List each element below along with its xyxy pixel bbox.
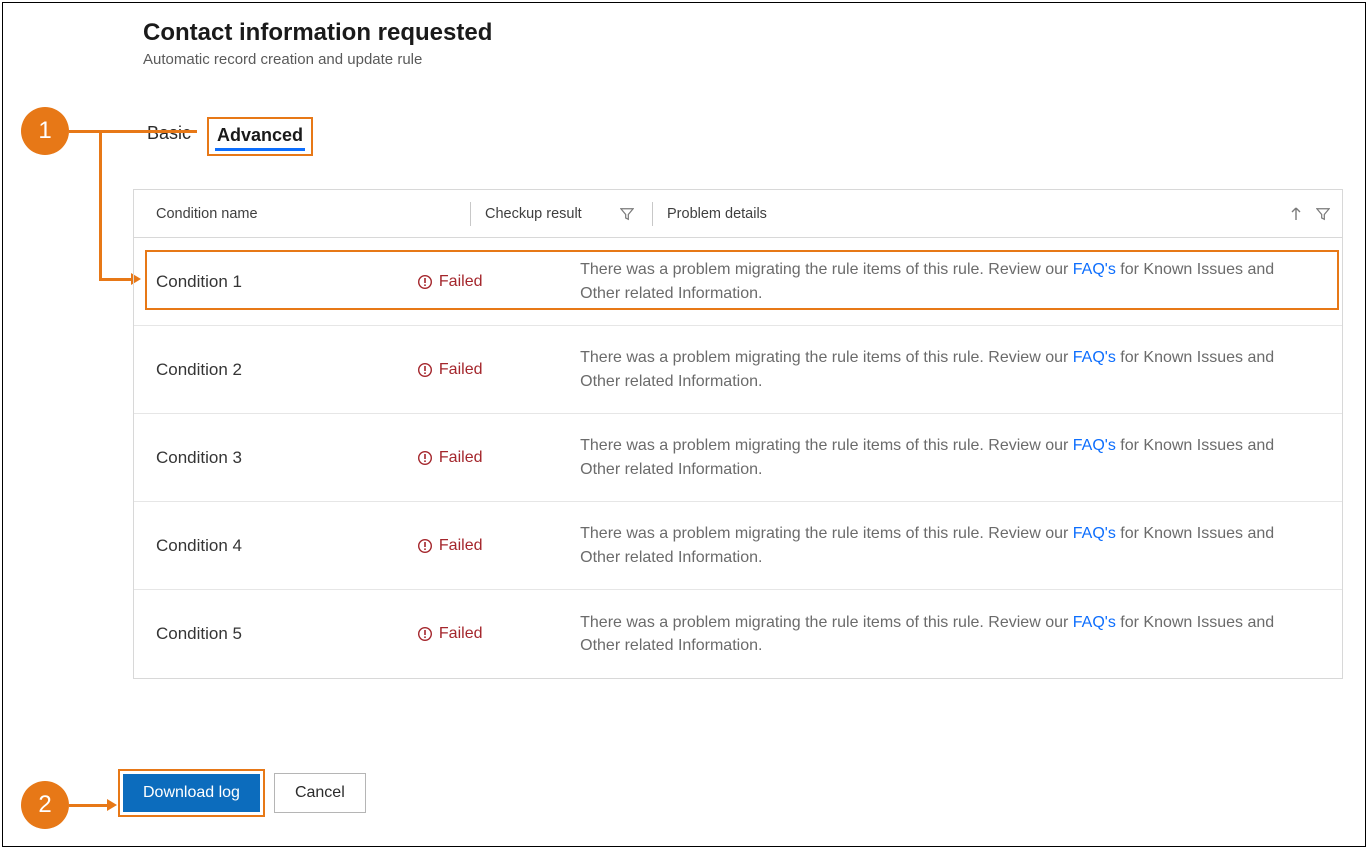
condition-name-cell: Condition 5: [134, 624, 417, 644]
error-icon: [417, 538, 433, 554]
callout-badge-2: 2: [21, 781, 69, 829]
faq-link[interactable]: FAQ's: [1073, 261, 1116, 278]
page-title: Contact information requested: [143, 19, 492, 47]
tab-basic[interactable]: Basic: [143, 117, 195, 152]
problem-details-cell: There was a problem migrating the rule i…: [568, 597, 1342, 671]
column-separator: [470, 202, 471, 226]
page-subtitle: Automatic record creation and update rul…: [143, 51, 492, 68]
col-condition-name[interactable]: Condition name: [134, 206, 470, 222]
faq-link[interactable]: FAQ's: [1073, 349, 1116, 366]
problem-details-cell: There was a problem migrating the rule i…: [568, 508, 1342, 582]
callout-line-1c: [99, 278, 133, 281]
failed-label: Failed: [439, 449, 483, 467]
error-icon: [417, 450, 433, 466]
problem-details-cell: There was a problem migrating the rule i…: [568, 420, 1342, 494]
problem-details-cell: There was a problem migrating the rule i…: [568, 244, 1342, 318]
cancel-button[interactable]: Cancel: [274, 773, 366, 813]
error-icon: [417, 362, 433, 378]
page-frame: Contact information requested Automatic …: [2, 2, 1366, 847]
checkup-result-cell: Failed: [417, 625, 568, 643]
table-row[interactable]: Condition 4 Failed There was a problem mig…: [134, 502, 1342, 590]
faq-link[interactable]: FAQ's: [1073, 614, 1116, 631]
checkup-result-cell: Failed: [417, 449, 568, 467]
col-checkup-result[interactable]: Checkup result: [470, 202, 652, 226]
conditions-table: Condition name Checkup result Problem de…: [133, 189, 1343, 679]
table-row[interactable]: Condition 2 Failed There was a problem mig…: [134, 326, 1342, 414]
failed-label: Failed: [439, 273, 483, 291]
column-separator: [652, 202, 653, 226]
callout-arrow-2: [107, 799, 117, 811]
error-icon: [417, 274, 433, 290]
col-details-label: Problem details: [667, 206, 767, 222]
checkup-result-cell: Failed: [417, 361, 568, 379]
callout-badge-1: 1: [21, 107, 69, 155]
col-result-label: Checkup result: [485, 206, 582, 222]
condition-name-cell: Condition 3: [134, 448, 417, 468]
tab-bar: Basic Advanced: [143, 117, 313, 156]
tab-advanced[interactable]: Advanced: [207, 117, 313, 156]
faq-link[interactable]: FAQ's: [1073, 525, 1116, 542]
failed-label: Failed: [439, 625, 483, 643]
table-row[interactable]: Condition 1 Failed There was a problem mig…: [134, 238, 1342, 326]
faq-link[interactable]: FAQ's: [1073, 437, 1116, 454]
col-condition-label: Condition name: [156, 206, 258, 222]
callout-line-1b: [99, 130, 102, 280]
table-row[interactable]: Condition 3 Failed There was a problem mig…: [134, 414, 1342, 502]
problem-details-cell: There was a problem migrating the rule i…: [568, 332, 1342, 406]
failed-label: Failed: [439, 361, 483, 379]
filter-icon[interactable]: [620, 207, 634, 221]
sort-asc-icon[interactable]: [1290, 207, 1302, 221]
table-header: Condition name Checkup result Problem de…: [134, 190, 1342, 238]
filter-icon[interactable]: [1316, 207, 1330, 221]
error-icon: [417, 626, 433, 642]
button-row: Download log Cancel: [123, 773, 366, 813]
table-row[interactable]: Condition 5 Failed There was a problem mig…: [134, 590, 1342, 678]
checkup-result-cell: Failed: [417, 537, 568, 555]
failed-label: Failed: [439, 537, 483, 555]
callout-line-1a: [69, 130, 197, 133]
page-header: Contact information requested Automatic …: [143, 19, 492, 68]
condition-name-cell: Condition 2: [134, 360, 417, 380]
callout-line-2: [69, 804, 109, 807]
checkup-result-cell: Failed: [417, 273, 568, 291]
col-problem-details[interactable]: Problem details: [652, 202, 1342, 226]
download-log-button[interactable]: Download log: [123, 774, 260, 812]
condition-name-cell: Condition 4: [134, 536, 417, 556]
condition-name-cell: Condition 1: [134, 272, 417, 292]
